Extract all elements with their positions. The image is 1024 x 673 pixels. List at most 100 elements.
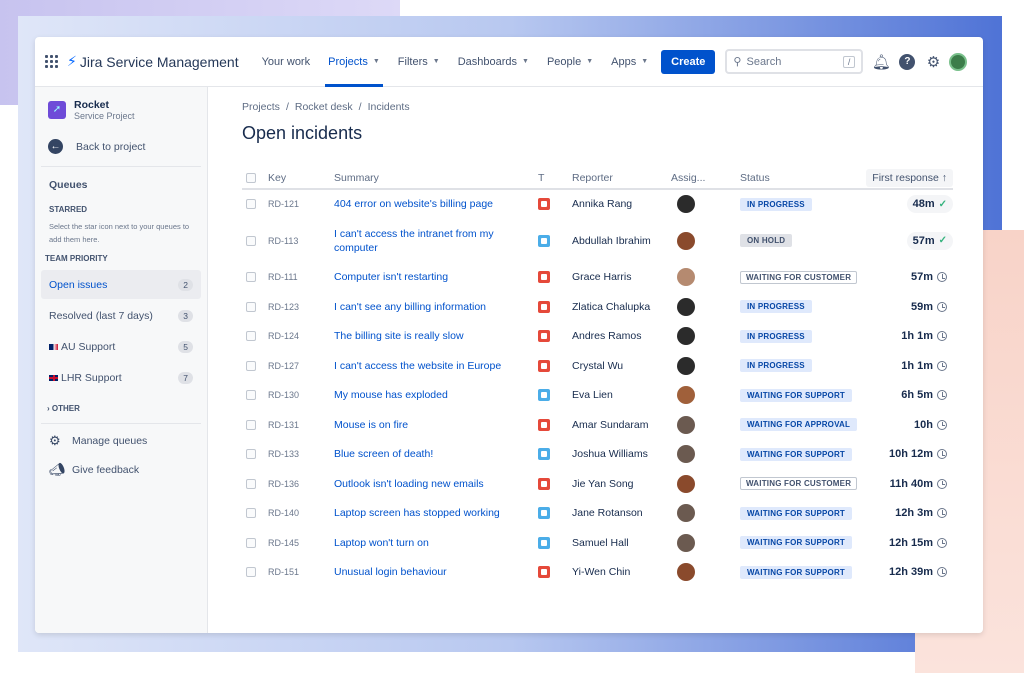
issue-key[interactable]: RD-123 [268, 292, 334, 322]
table-row[interactable]: RD-133 Blue screen of death! Joshua Will… [242, 440, 953, 470]
nav-dashboards[interactable]: Dashboards ▼ [449, 37, 538, 87]
table-row[interactable]: RD-127 I can't access the website in Eur… [242, 351, 953, 381]
search-input[interactable]: ⚲ Search / [725, 49, 864, 74]
issue-key[interactable]: RD-127 [268, 351, 334, 381]
issue-key[interactable]: RD-113 [268, 219, 334, 263]
issue-key[interactable]: RD-151 [268, 558, 334, 588]
queue-item[interactable]: Open issues 2 [41, 270, 201, 299]
issue-key[interactable]: RD-111 [268, 263, 334, 293]
table-row[interactable]: RD-130 My mouse has exploded Eva Lien WA… [242, 381, 953, 411]
table-row[interactable]: RD-140 Laptop screen has stopped working… [242, 499, 953, 529]
assignee-avatar[interactable] [677, 268, 695, 287]
issue-summary-link[interactable]: I can't access the website in Europe [334, 351, 538, 381]
give-feedback-link[interactable]: 📣︎ Give feedback [41, 455, 201, 484]
column-assignee[interactable]: Assig... [671, 167, 740, 190]
queue-item[interactable]: LHR Support 7 [41, 363, 201, 392]
assignee-avatar[interactable] [677, 297, 695, 316]
column-reporter[interactable]: Reporter [572, 167, 671, 190]
assignee-avatar[interactable] [677, 504, 695, 523]
breadcrumb-rocket-desk[interactable]: Rocket desk [295, 101, 353, 113]
status-badge[interactable]: IN PROGRESS [740, 329, 812, 343]
row-checkbox[interactable] [246, 449, 256, 460]
issue-summary-link[interactable]: Laptop screen has stopped working [334, 499, 538, 529]
issue-summary-link[interactable]: Computer isn't restarting [334, 263, 538, 293]
column-first-response[interactable]: First response ↑ [866, 168, 953, 187]
status-badge[interactable]: WAITING FOR SUPPORT [740, 565, 853, 579]
issue-summary-link[interactable]: I can't see any billing information [334, 292, 538, 322]
status-badge[interactable]: WAITING FOR SUPPORT [740, 536, 853, 550]
issue-summary-link[interactable]: Laptop won't turn on [334, 528, 538, 558]
status-badge[interactable]: WAITING FOR CUSTOMER [740, 270, 858, 284]
back-to-project-link[interactable]: ← Back to project [41, 139, 201, 154]
assignee-avatar[interactable] [677, 445, 695, 464]
row-checkbox[interactable] [246, 478, 256, 489]
nav-people[interactable]: People ▼ [538, 37, 602, 87]
nav-filters[interactable]: Filters ▼ [389, 37, 449, 87]
issue-summary-link[interactable]: Blue screen of death! [334, 440, 538, 470]
issue-summary-link[interactable]: 404 error on website's billing page [334, 189, 538, 219]
row-checkbox[interactable] [246, 508, 256, 519]
issue-key[interactable]: RD-131 [268, 410, 334, 440]
issue-summary-link[interactable]: Unusual login behaviour [334, 558, 538, 588]
nav-your-work[interactable]: Your work [253, 37, 320, 87]
status-badge[interactable]: IN PROGRESS [740, 300, 812, 314]
row-checkbox[interactable] [246, 301, 256, 312]
issue-key[interactable]: RD-133 [268, 440, 334, 470]
table-row[interactable]: RD-136 Outlook isn't loading new emails … [242, 469, 953, 499]
status-badge[interactable]: WAITING FOR SUPPORT [740, 447, 853, 461]
row-checkbox[interactable] [246, 331, 256, 342]
status-badge[interactable]: IN PROGRESS [740, 197, 812, 211]
assignee-avatar[interactable] [677, 356, 695, 375]
nav-apps[interactable]: Apps ▼ [602, 37, 657, 87]
assignee-avatar[interactable] [677, 533, 695, 552]
queue-item[interactable]: Resolved (last 7 days) 3 [41, 301, 201, 330]
table-row[interactable]: RD-121 404 error on website's billing pa… [242, 189, 953, 219]
issue-key[interactable]: RD-124 [268, 322, 334, 352]
row-checkbox[interactable] [246, 390, 256, 401]
issue-summary-link[interactable]: The billing site is really slow [334, 322, 538, 352]
table-row[interactable]: RD-131 Mouse is on fire Amar Sundaram WA… [242, 410, 953, 440]
notifications-bell-icon[interactable]: 🔔︎ [872, 54, 891, 71]
app-switcher-icon[interactable] [45, 54, 59, 69]
breadcrumb-incidents[interactable]: Incidents [368, 101, 410, 113]
table-row[interactable]: RD-113 I can't access the intranet from … [242, 219, 953, 263]
row-checkbox[interactable] [246, 235, 256, 246]
settings-gear-icon[interactable]: ⚙ [925, 54, 941, 71]
assignee-avatar[interactable] [677, 415, 695, 434]
column-key[interactable]: Key [268, 167, 334, 190]
assignee-avatar[interactable] [677, 563, 695, 582]
issue-key[interactable]: RD-140 [268, 499, 334, 529]
issue-key[interactable]: RD-121 [268, 189, 334, 219]
issue-key[interactable]: RD-136 [268, 469, 334, 499]
row-checkbox[interactable] [246, 272, 256, 283]
breadcrumb-projects[interactable]: Projects [242, 101, 280, 113]
issue-key[interactable]: RD-130 [268, 381, 334, 411]
table-row[interactable]: RD-123 I can't see any billing informati… [242, 292, 953, 322]
issue-summary-link[interactable]: My mouse has exploded [334, 381, 538, 411]
status-badge[interactable]: WAITING FOR SUPPORT [740, 388, 853, 402]
select-all-checkbox[interactable] [246, 172, 256, 183]
assignee-avatar[interactable] [677, 327, 695, 346]
column-summary[interactable]: Summary [334, 167, 538, 190]
row-checkbox[interactable] [246, 537, 256, 548]
assignee-avatar[interactable] [677, 386, 695, 405]
issue-key[interactable]: RD-145 [268, 528, 334, 558]
table-row[interactable]: RD-151 Unusual login behaviour Yi-Wen Ch… [242, 558, 953, 588]
issue-summary-link[interactable]: Outlook isn't loading new emails [334, 469, 538, 499]
table-row[interactable]: RD-145 Laptop won't turn on Samuel Hall … [242, 528, 953, 558]
table-row[interactable]: RD-111 Computer isn't restarting Grace H… [242, 263, 953, 293]
help-icon[interactable]: ? [899, 53, 916, 70]
user-avatar[interactable] [949, 52, 968, 71]
assignee-avatar[interactable] [677, 231, 695, 250]
status-badge[interactable]: WAITING FOR APPROVAL [740, 418, 858, 432]
status-badge[interactable]: ON HOLD [740, 234, 793, 247]
row-checkbox[interactable] [246, 419, 256, 430]
row-checkbox[interactable] [246, 360, 256, 371]
row-checkbox[interactable] [246, 567, 256, 578]
issue-summary-link[interactable]: I can't access the intranet from my comp… [334, 219, 538, 263]
product-logo[interactable]: ⚡︎ Jira Service Management [67, 53, 239, 70]
nav-projects[interactable]: Projects ▼ [319, 37, 389, 87]
other-section-toggle[interactable]: › OTHER [41, 404, 201, 413]
assignee-avatar[interactable] [677, 195, 695, 214]
status-badge[interactable]: IN PROGRESS [740, 359, 812, 373]
